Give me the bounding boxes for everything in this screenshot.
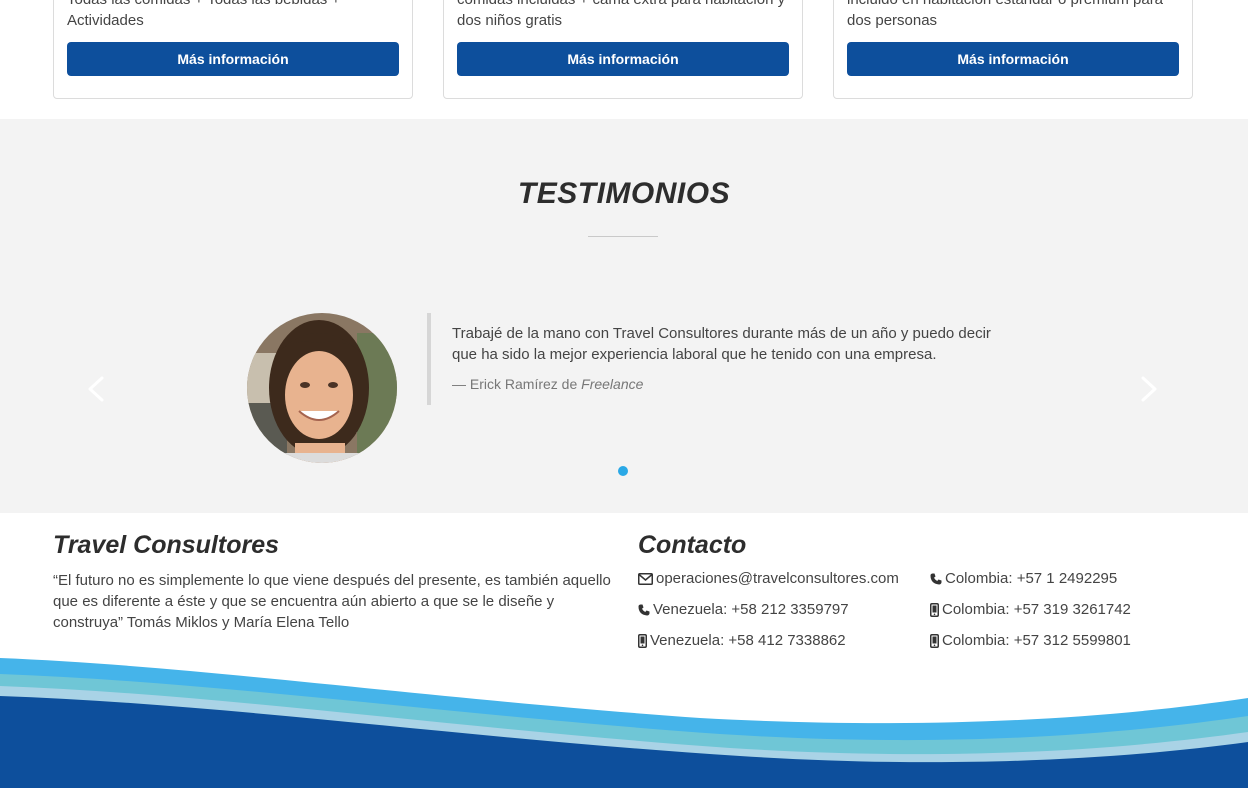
contact-mobile-text: Venezuela: +58 412 7338862 [650, 632, 846, 649]
author-name: Erick Ramírez de [469, 376, 582, 392]
more-info-button[interactable]: Más información [457, 42, 789, 76]
carousel-dot-active[interactable] [618, 466, 628, 476]
packages-section: Todas las comidas + Todas las bebidas + … [0, 0, 1248, 119]
contact-title: Contacto [638, 531, 747, 559]
testimonials-section: TESTIMONIOS Trabajé de la mano con Trave… [0, 119, 1248, 513]
testimonial-avatar [247, 313, 397, 463]
contact-mobile[interactable]: Venezuela: +58 412 7338862 [638, 632, 846, 649]
package-description: Todas las comidas + Todas las bebidas + … [67, 0, 340, 29]
contact-email-text: operaciones@travelconsultores.com [656, 570, 899, 587]
author-dash: — [452, 376, 470, 392]
contact-phone-text: Venezuela: +58 212 3359797 [653, 601, 849, 618]
footer: Travel Consultores “El futuro no es simp… [0, 513, 1248, 788]
mobile-icon [930, 602, 939, 617]
carousel-next-arrow-icon[interactable] [1133, 374, 1163, 404]
testimonials-title: TESTIMONIOS [517, 177, 731, 210]
more-info-button[interactable]: Más información [67, 42, 399, 76]
mobile-icon [638, 633, 647, 648]
envelope-icon [638, 572, 653, 585]
mobile-icon [930, 633, 939, 648]
contact-phone[interactable]: Venezuela: +58 212 3359797 [638, 601, 849, 618]
contact-mobile-text: Colombia: +57 319 3261742 [942, 601, 1131, 618]
brand-title: Travel Consultores [53, 531, 280, 559]
phone-icon [930, 573, 942, 584]
author-company: Freelance [581, 376, 644, 392]
title-divider [588, 236, 658, 237]
contact-mobile[interactable]: Colombia: +57 312 5599801 [930, 632, 1131, 649]
carousel-prev-arrow-icon[interactable] [82, 374, 112, 404]
brand-quote: “El futuro no es simplemente lo que vien… [53, 572, 611, 631]
phone-icon [638, 604, 650, 615]
contact-mobile[interactable]: Colombia: +57 319 3261742 [930, 601, 1131, 618]
footer-wave-decoration [0, 658, 1248, 788]
package-card: comidas incluidas + cama extra para habi… [443, 0, 803, 99]
more-info-button[interactable]: Más información [847, 42, 1179, 76]
package-card: incluido en habitación estándar o premiu… [833, 0, 1193, 99]
contact-phone[interactable]: Colombia: +57 1 2492295 [930, 570, 1117, 587]
package-description: comidas incluidas + cama extra para habi… [457, 0, 785, 29]
package-description: incluido en habitación estándar o premiu… [847, 0, 1163, 29]
package-card: Todas las comidas + Todas las bebidas + … [53, 0, 413, 99]
testimonial-author: — Erick Ramírez de Freelance [452, 376, 643, 392]
quote-bar [427, 313, 431, 405]
testimonial-quote: Trabajé de la mano con Travel Consultore… [452, 325, 991, 363]
contact-mobile-text: Colombia: +57 312 5599801 [942, 632, 1131, 649]
contact-phone-text: Colombia: +57 1 2492295 [945, 570, 1118, 587]
contact-email[interactable]: operaciones@travelconsultores.com [638, 570, 899, 587]
